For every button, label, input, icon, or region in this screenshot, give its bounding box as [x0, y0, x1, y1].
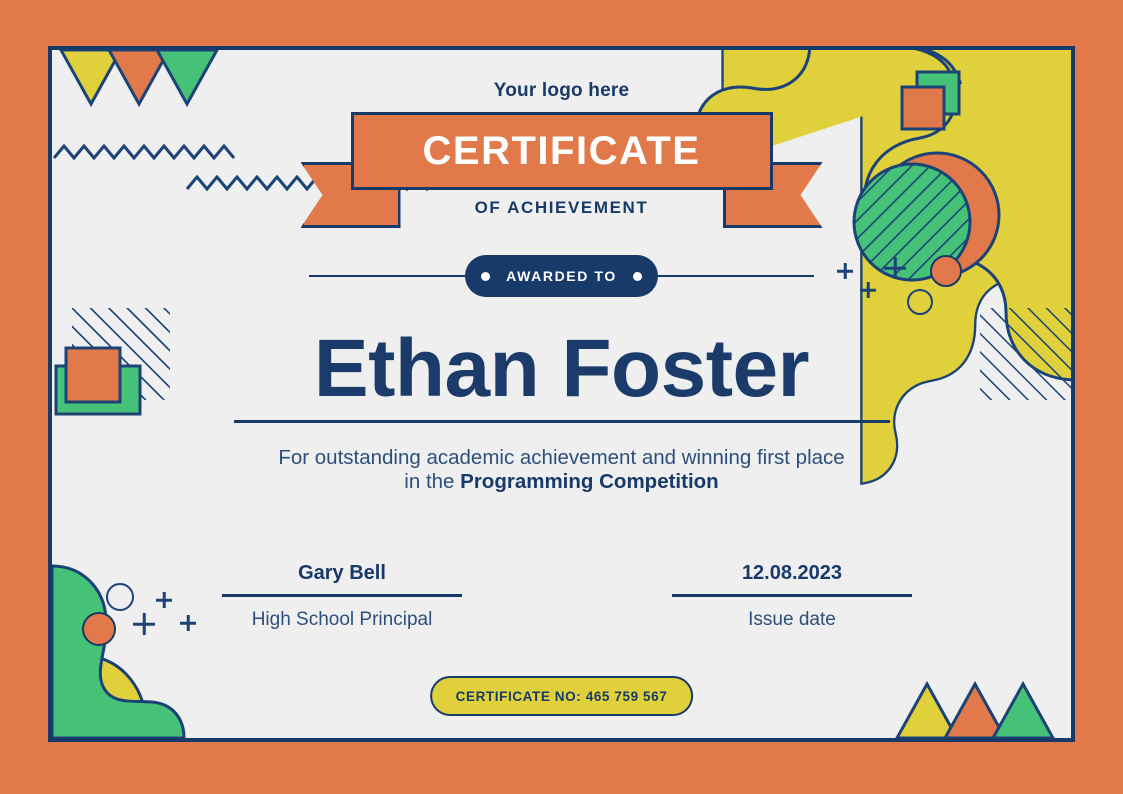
issue-date-label: Issue date: [748, 608, 836, 630]
achievement-description: For outstanding academic achievement and…: [212, 446, 912, 494]
certificate-number-badge: CERTIFICATE NO: 465 759 567: [429, 676, 694, 716]
certificate-title: CERTIFICATE: [422, 128, 701, 173]
signature-block-date: 12.08.2023 Issue date: [672, 562, 912, 631]
plus-mark-bl-1: [133, 613, 155, 635]
signature-rule-right: [672, 594, 912, 597]
triangle-yellow-bottom: [895, 680, 959, 738]
triangle-green-bottom: [991, 680, 1055, 738]
description-line-2-prefix: in the: [404, 470, 461, 494]
signatory-title: High School Principal: [251, 608, 433, 630]
awarded-to-row: AWARDED TO: [52, 255, 1071, 297]
description-highlight: Programming Competition: [460, 470, 719, 494]
plus-mark-bl-2: [156, 592, 172, 608]
logo-placeholder-text: Your logo here: [493, 80, 630, 101]
recipient-name-underline: [233, 420, 890, 423]
ring-circle-bl: [106, 583, 134, 611]
signature-block-principal: Gary Bell High School Principal: [222, 562, 462, 631]
certificate-subtitle: OF ACHIEVEMENT: [474, 198, 649, 217]
certificate-card: Your logo here CERTIFICATE OF ACHIEVEMEN…: [48, 46, 1075, 742]
green-blob-bottom-left: [52, 564, 186, 738]
awarded-to-label: AWARDED TO: [506, 268, 617, 284]
certificate-root: Your logo here CERTIFICATE OF ACHIEVEMEN…: [0, 0, 1123, 794]
issue-date-value: 12.08.2023: [741, 562, 843, 584]
recipient-name: Ethan Foster: [313, 323, 810, 414]
yellow-blob-bottom-left: [52, 603, 148, 738]
orange-dot-bl: [82, 612, 116, 646]
badge-dot-right-icon: [632, 271, 642, 281]
awarded-rule-right: [653, 274, 814, 278]
description-line-1: For outstanding academic achievement and…: [278, 446, 845, 469]
awarded-to-badge: AWARDED TO: [465, 255, 658, 297]
triangle-orange-bottom: [943, 680, 1007, 738]
plus-mark-bl-3: [180, 615, 196, 631]
signatory-name: Gary Bell: [298, 562, 386, 584]
certificate-ribbon: CERTIFICATE OF ACHIEVEMENT: [300, 112, 823, 234]
ribbon-band: CERTIFICATE: [350, 112, 773, 190]
badge-dot-left-icon: [481, 271, 491, 281]
awarded-rule-left: [309, 274, 470, 278]
signature-rule-left: [222, 594, 462, 597]
zigzag-line-1: [52, 143, 236, 161]
certificate-number-text: CERTIFICATE NO: 465 759 567: [455, 688, 668, 704]
green-blob-top-right: [789, 50, 1071, 240]
